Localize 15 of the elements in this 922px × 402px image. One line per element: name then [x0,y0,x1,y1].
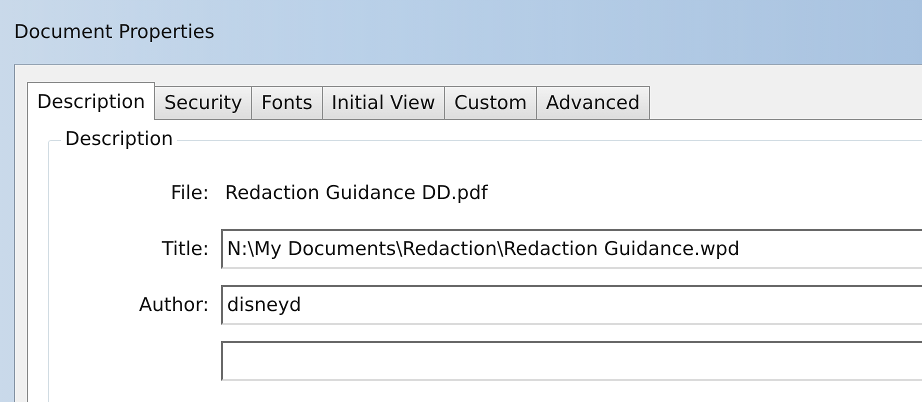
input-field[interactable]: disneyd [221,285,922,325]
field-label: Title: [162,238,209,260]
tab[interactable]: Security [154,86,252,119]
field-label: File: [170,182,209,204]
file-name: Redaction Guidance DD.pdf [224,182,489,204]
tab[interactable]: Advanced [536,86,650,119]
input-field[interactable]: N:\My Documents\Redaction\Redaction Guidance.wpd [221,229,922,269]
tab[interactable]: Custom [444,86,538,119]
input-field[interactable] [221,341,922,381]
window-title: Document Properties [14,21,214,43]
field-label: Author: [138,294,209,316]
tab[interactable]: Fonts [251,86,323,119]
tab[interactable]: Initial View [322,86,446,119]
tab[interactable]: Description [27,82,156,120]
group-title: Description [61,128,178,150]
